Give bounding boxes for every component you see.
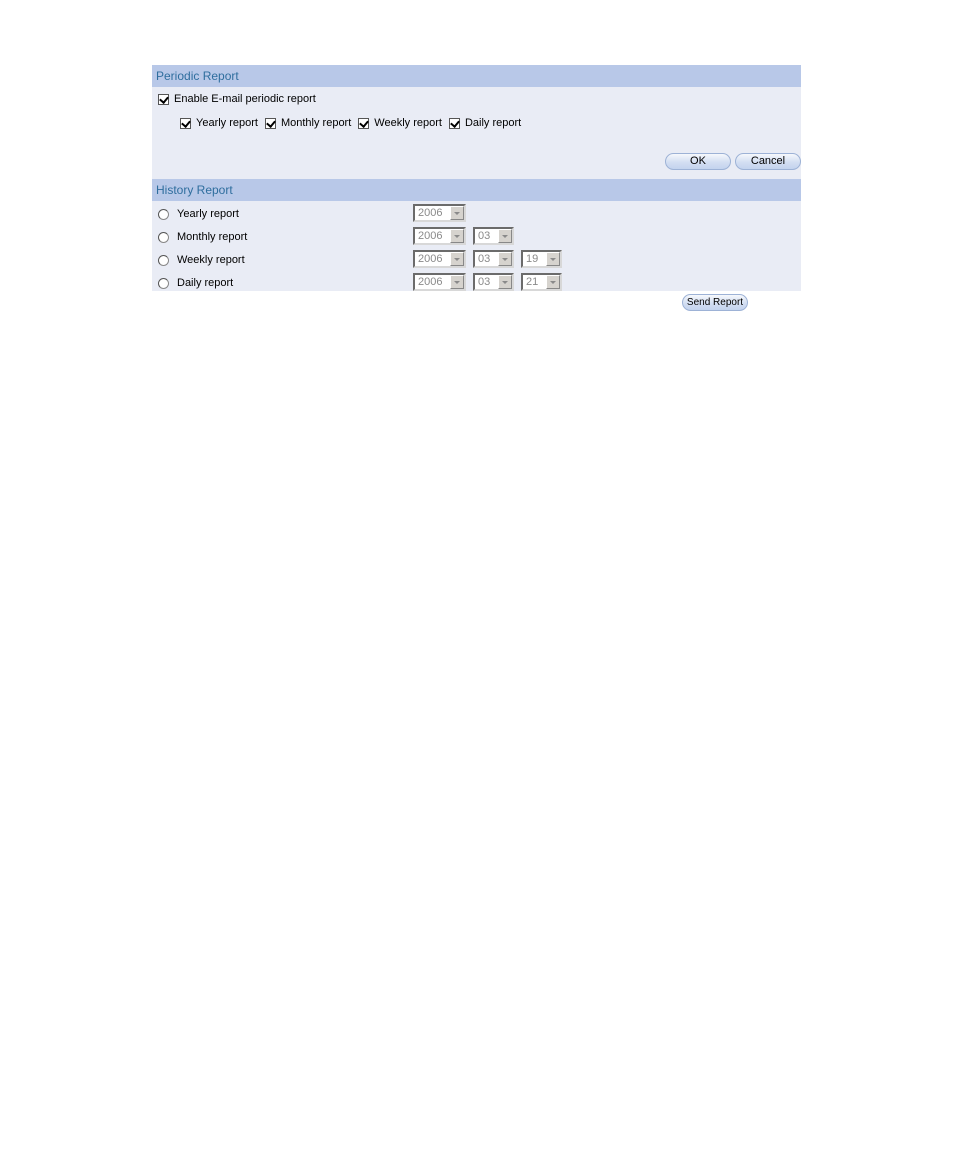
weekly-radio[interactable] <box>158 254 169 266</box>
history-weekly-label: Weekly report <box>177 254 245 266</box>
periodic-report-header: Periodic Report <box>152 65 801 87</box>
ok-button[interactable]: OK <box>665 153 731 170</box>
daily-radio[interactable] <box>158 277 169 289</box>
chevron-down-icon <box>450 252 464 266</box>
monthly-label: Monthly report <box>280 117 352 129</box>
enable-email-label: Enable E-mail periodic report <box>174 93 316 105</box>
chevron-down-icon <box>546 275 560 289</box>
periodic-option-monthly[interactable]: Monthly report <box>264 117 352 129</box>
chevron-down-icon <box>546 252 560 266</box>
weekly-checkbox[interactable] <box>358 117 370 129</box>
chevron-down-icon <box>450 229 464 243</box>
history-row-weekly: Weekly report <box>158 254 245 266</box>
history-report-panel: History Report Yearly report 2006 Monthl… <box>152 179 801 311</box>
history-row-daily: Daily report <box>158 277 233 289</box>
periodic-option-daily[interactable]: Daily report <box>448 117 522 129</box>
chevron-down-icon <box>498 229 512 243</box>
select-value: 2006 <box>418 276 443 288</box>
history-daily-label: Daily report <box>177 277 234 289</box>
periodic-report-panel: Periodic Report Enable E-mail periodic r… <box>152 65 801 179</box>
weekly-label: Weekly report <box>374 117 442 129</box>
periodic-options-row: Yearly report Monthly report Weekly repo… <box>180 117 528 129</box>
monthly-checkbox[interactable] <box>264 117 276 129</box>
select-value: 2006 <box>418 207 443 219</box>
chevron-down-icon <box>450 206 464 220</box>
daily-month-select[interactable]: 03 <box>473 273 514 291</box>
select-value: 21 <box>526 276 539 288</box>
chevron-down-icon <box>498 252 512 266</box>
select-value: 19 <box>526 253 539 265</box>
yearly-radio[interactable] <box>158 208 169 220</box>
history-report-header: History Report <box>152 179 801 201</box>
history-row-yearly: Yearly report <box>158 208 239 220</box>
monthly-year-select[interactable]: 2006 <box>413 227 466 245</box>
weekly-month-select[interactable]: 03 <box>473 250 514 268</box>
select-value: 2006 <box>418 253 443 265</box>
history-monthly-label: Monthly report <box>177 231 248 243</box>
daily-label: Daily report <box>464 117 522 129</box>
periodic-option-weekly[interactable]: Weekly report <box>358 117 442 129</box>
send-report-button[interactable]: Send Report <box>682 294 748 311</box>
history-row-monthly: Monthly report <box>158 231 247 243</box>
periodic-report-body: Enable E-mail periodic report Yearly rep… <box>152 87 801 179</box>
daily-day-select[interactable]: 21 <box>521 273 562 291</box>
chevron-down-icon <box>450 275 464 289</box>
yearly-year-select[interactable]: 2006 <box>413 204 466 222</box>
chevron-down-icon <box>498 275 512 289</box>
monthly-radio[interactable] <box>158 231 169 243</box>
enable-email-checkbox[interactable] <box>158 93 169 105</box>
select-value: 03 <box>478 253 491 265</box>
daily-year-select[interactable]: 2006 <box>413 273 466 291</box>
weekly-year-select[interactable]: 2006 <box>413 250 466 268</box>
monthly-month-select[interactable]: 03 <box>473 227 514 245</box>
periodic-option-yearly[interactable]: Yearly report <box>180 117 258 129</box>
select-value: 2006 <box>418 230 443 242</box>
select-value: 03 <box>478 230 491 242</box>
enable-email-row: Enable E-mail periodic report <box>158 93 316 105</box>
history-report-body: Yearly report 2006 Monthly report 2006 0… <box>152 201 801 311</box>
cancel-button[interactable]: Cancel <box>735 153 801 170</box>
history-yearly-label: Yearly report <box>177 208 239 220</box>
daily-checkbox[interactable] <box>448 117 460 129</box>
weekly-day-select[interactable]: 19 <box>521 250 562 268</box>
select-value: 03 <box>478 276 491 288</box>
yearly-checkbox[interactable] <box>180 117 191 129</box>
yearly-label: Yearly report <box>196 117 258 129</box>
